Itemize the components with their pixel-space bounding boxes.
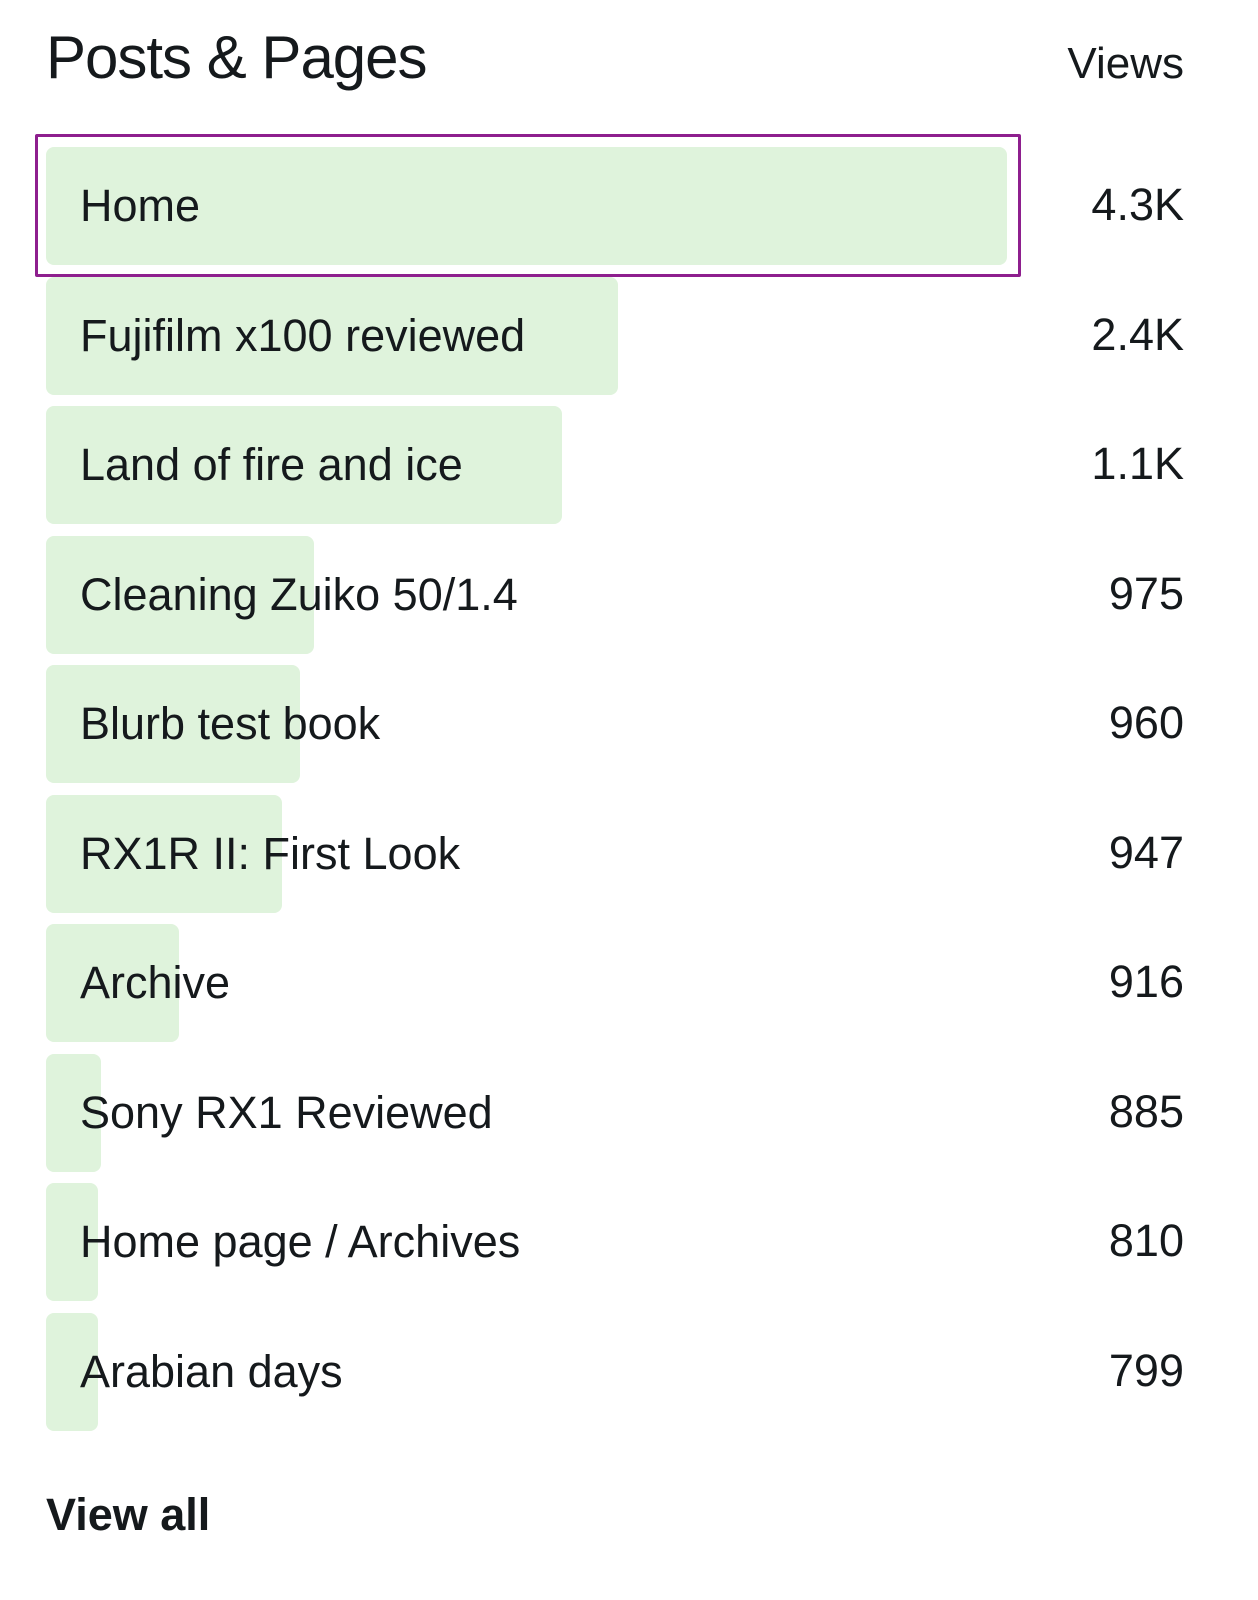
post-title: Cleaning Zuiko 50/1.4 [80, 568, 518, 620]
list-item[interactable]: Cleaning Zuiko 50/1.4 975 [0, 535, 1258, 654]
views-count: 885 [1108, 1085, 1184, 1137]
post-title: Home page / Archives [80, 1216, 521, 1267]
views-count: 960 [1108, 697, 1184, 748]
list-item[interactable]: Sony RX1 Reviewed 885 [0, 1053, 1258, 1172]
post-title: Archive [80, 957, 231, 1008]
view-all-link[interactable]: View all [46, 1487, 210, 1543]
list-item[interactable]: Blurb test book 960 [0, 665, 1258, 783]
post-title: Land of fire and ice [80, 439, 463, 490]
views-count: 799 [1108, 1344, 1184, 1396]
list-item[interactable]: Fujifilm x100 reviewed 2.4K [0, 276, 1258, 395]
views-count: 810 [1108, 1215, 1184, 1266]
list-item[interactable]: RX1R II: First Look 947 [0, 794, 1258, 913]
list-item[interactable]: Arabian days 799 [0, 1312, 1258, 1431]
views-count: 916 [1108, 956, 1184, 1007]
post-title: Arabian days [80, 1345, 343, 1397]
post-title: RX1R II: First Look [80, 827, 461, 879]
list-item[interactable]: Land of fire and ice 1.1K [0, 406, 1258, 524]
views-count: 1.1K [1091, 438, 1184, 489]
views-count: 975 [1108, 567, 1184, 619]
list-item-highlighted[interactable]: Home 4.3K [0, 134, 1258, 277]
views-count: 4.3K [1091, 179, 1184, 230]
posts-list: Home 4.3K Fujifilm x100 reviewed 2.4K La… [0, 134, 1258, 1442]
views-count: 947 [1108, 826, 1184, 878]
views-column-header: Views [1067, 39, 1184, 88]
post-title: Home [80, 180, 201, 231]
list-item[interactable]: Archive 916 [0, 924, 1258, 1042]
views-count: 2.4K [1091, 308, 1184, 360]
post-title: Sony RX1 Reviewed [80, 1086, 493, 1138]
panel-title: Posts & Pages [46, 24, 428, 91]
post-title: Fujifilm x100 reviewed [80, 309, 526, 361]
post-title: Blurb test book [80, 698, 381, 749]
list-item[interactable]: Home page / Archives 810 [0, 1183, 1258, 1301]
